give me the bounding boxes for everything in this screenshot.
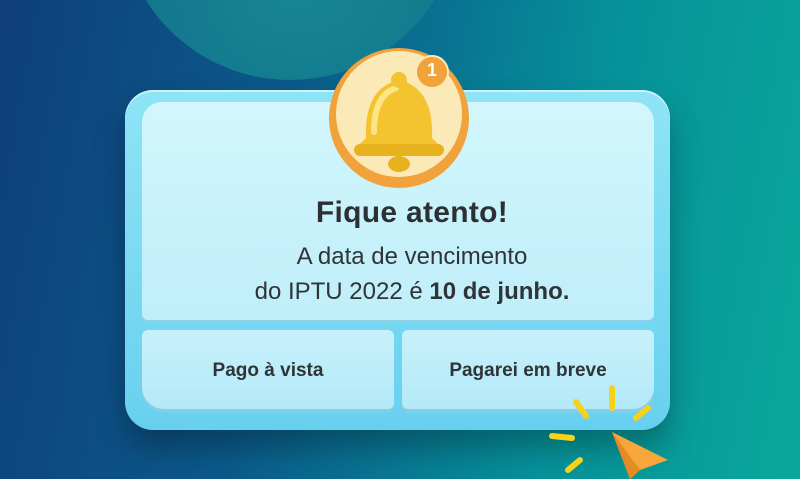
- paid-upfront-label: Pago à vista: [212, 360, 324, 381]
- notification-title: Fique atento!: [315, 196, 509, 229]
- paid-upfront-button[interactable]: Pago à vista: [142, 330, 394, 412]
- message-line2-text: do IPTU 2022 é: [254, 278, 430, 305]
- notification-message-line1: A data de vencimento: [296, 243, 528, 270]
- notification-badge: 1: [426, 60, 437, 80]
- notification-message-line2: do IPTU 2022 é 10 de junho.: [142, 278, 682, 306]
- cursor-click-icon: [549, 385, 668, 479]
- due-date: 10 de junho.: [429, 278, 570, 305]
- bell-icon: [329, 48, 469, 188]
- pay-soon-label: Pagarei em breve: [449, 360, 607, 381]
